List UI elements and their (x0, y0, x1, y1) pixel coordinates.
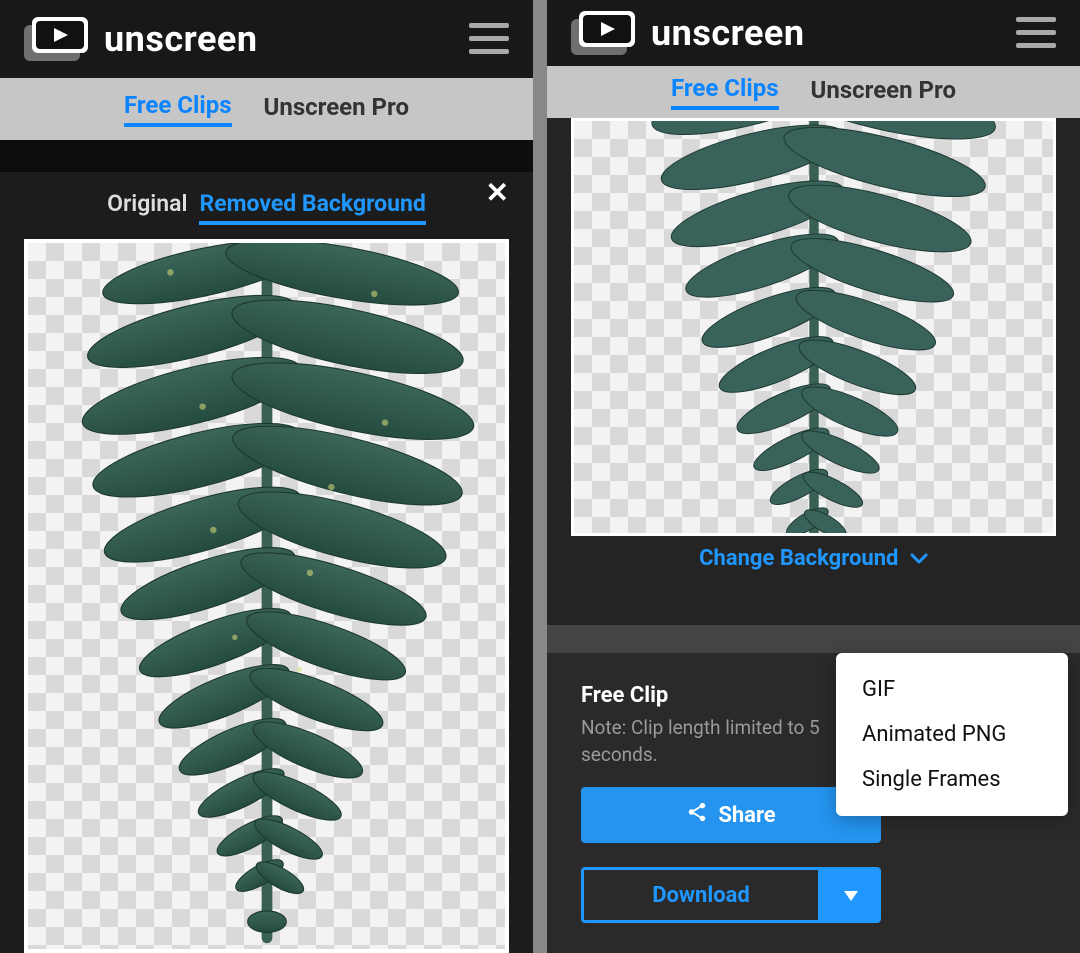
change-background-link[interactable]: Change Background (571, 536, 1056, 601)
download-panel: Free Clip Note: Clip length limited to 5… (547, 653, 1080, 953)
divider-strip (0, 140, 533, 172)
menu-item-single-frames[interactable]: Single Frames (836, 757, 1068, 802)
view-mode-tabs: Original Removed Background (24, 190, 509, 225)
menu-icon[interactable] (1016, 17, 1056, 49)
play-stack-icon (571, 11, 635, 55)
close-icon[interactable]: ✕ (486, 176, 509, 209)
download-button[interactable]: Download (581, 867, 821, 923)
download-format-menu: GIF Animated PNG Single Frames (836, 653, 1068, 816)
brand-logo[interactable]: unscreen (24, 17, 258, 61)
chevron-down-icon (910, 546, 928, 571)
fern-image (622, 118, 1005, 536)
clip-preview (24, 239, 509, 953)
fern-image (52, 239, 481, 953)
tab-free-clips[interactable]: Free Clips (671, 74, 779, 110)
top-tabs: Free Clips Unscreen Pro (547, 66, 1080, 118)
tab-unscreen-pro[interactable]: Unscreen Pro (264, 93, 409, 125)
view-tab-removed-background[interactable]: Removed Background (199, 190, 425, 225)
clip-preview-small (571, 118, 1056, 536)
brand-logo[interactable]: unscreen (571, 11, 805, 55)
editor-panel: ✕ Original Removed Background (0, 172, 533, 953)
brand-name: unscreen (104, 18, 258, 60)
download-label: Download (652, 883, 750, 908)
section-divider (547, 625, 1080, 653)
download-options-toggle[interactable] (821, 867, 881, 923)
menu-item-gif[interactable]: GIF (836, 667, 1068, 712)
menu-item-animated-png[interactable]: Animated PNG (836, 712, 1068, 757)
change-background-label: Change Background (699, 546, 898, 571)
app-header: unscreen (547, 0, 1080, 66)
tab-unscreen-pro[interactable]: Unscreen Pro (811, 76, 956, 108)
caret-down-icon (844, 886, 858, 905)
play-stack-icon (24, 17, 88, 61)
share-icon (686, 801, 708, 829)
share-label: Share (718, 803, 775, 828)
menu-icon[interactable] (469, 23, 509, 55)
view-tab-original[interactable]: Original (107, 190, 187, 225)
top-tabs: Free Clips Unscreen Pro (0, 78, 533, 140)
app-header: unscreen (0, 0, 533, 78)
tab-free-clips[interactable]: Free Clips (124, 91, 232, 127)
brand-name: unscreen (651, 12, 805, 54)
